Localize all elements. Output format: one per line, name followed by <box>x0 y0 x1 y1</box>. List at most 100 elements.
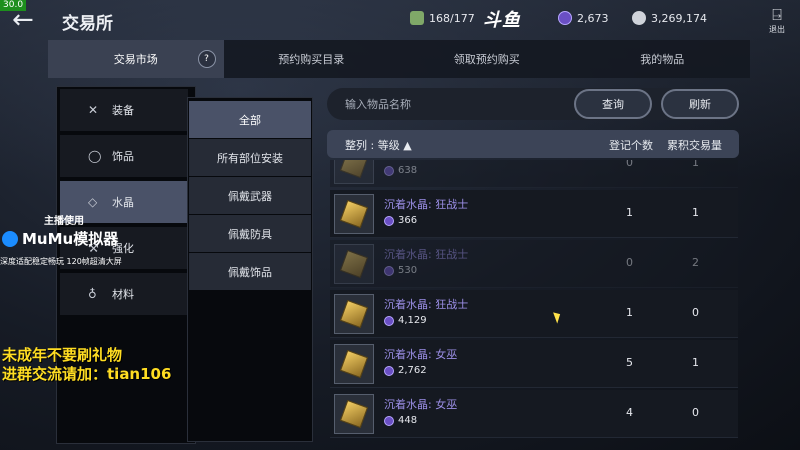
douyu-logo: 斗鱼 <box>483 10 521 31</box>
item-name: 沉着水晶: 女巫 <box>384 348 458 361</box>
item-volume: 1 <box>692 160 699 169</box>
column-count-header: 登记个数 <box>609 139 653 152</box>
item-volume: 2 <box>692 256 699 269</box>
tab-reservation-list-label: 预约购买目录 <box>278 53 345 66</box>
item-price: 530 <box>384 265 417 276</box>
list-header: 整列 : 等级 ▲ 登记个数 累积交易量 <box>327 130 739 158</box>
stamina-icon <box>410 11 424 25</box>
item-price-value: 530 <box>398 265 418 276</box>
purple-coin-icon <box>384 415 394 426</box>
exit-button[interactable]: ⍈ 退出 <box>764 6 790 38</box>
item-count: 4 <box>626 406 633 419</box>
help-icon[interactable]: ? <box>197 50 216 68</box>
tab-market[interactable]: 交易市场 ? <box>48 40 224 78</box>
list-item[interactable]: 638 0 1 <box>330 160 738 188</box>
stream-warning: 未成年不要刷礼物 进群交流请加：tian106 <box>2 346 171 384</box>
search-input[interactable] <box>345 94 565 114</box>
category-accessory[interactable]: ◯ 饰品 <box>60 135 188 177</box>
category-label: 装备 <box>112 104 134 117</box>
crystal-icon <box>339 399 369 429</box>
stamina-display: 168/177 <box>410 9 475 27</box>
purple-coin-icon <box>384 315 394 326</box>
purple-coin-icon <box>384 215 394 226</box>
subcategory-all[interactable]: 全部 <box>189 101 311 138</box>
category-equipment[interactable]: ✕ 装备 <box>60 89 188 131</box>
swords-icon: ✕ <box>88 103 99 117</box>
item-icon <box>334 244 374 284</box>
purple-coin-icon <box>558 11 572 25</box>
item-name: 沉着水晶: 狂战士 <box>384 248 469 261</box>
tab-claim-reservation[interactable]: 领取预约购买 <box>399 40 575 78</box>
item-icon <box>334 194 374 234</box>
purple-coin-icon <box>384 265 394 276</box>
list-item[interactable]: 沉着水晶: 狂战士 4,129 1 0 <box>330 290 738 338</box>
category-label: 水晶 <box>112 196 134 209</box>
back-arrow-icon[interactable]: ← <box>12 6 42 34</box>
streamer-label: 主播使用 <box>44 216 84 227</box>
exit-label: 退出 <box>769 25 785 34</box>
crystal-icon <box>339 299 369 329</box>
item-price: 4,129 <box>384 315 427 326</box>
tab-my-items-label: 我的物品 <box>640 53 685 66</box>
item-icon <box>334 160 374 184</box>
subcategory-panel: 全部 所有部位安装 佩戴武器 佩戴防具 佩戴饰品 <box>187 97 313 442</box>
item-price-value: 448 <box>398 415 418 426</box>
mumu-watermark: MuMu模拟器 <box>2 228 118 249</box>
item-count: 0 <box>626 160 633 169</box>
item-count: 1 <box>626 206 633 219</box>
list-item[interactable]: 沉着水晶: 狂战士 530 0 2 <box>330 240 738 288</box>
item-volume: 1 <box>692 206 699 219</box>
purple-currency-value: 2,673 <box>577 11 609 25</box>
item-count: 1 <box>626 306 633 319</box>
subcategory-all-slots[interactable]: 所有部位安装 <box>189 139 311 176</box>
purple-coin-icon <box>384 365 394 376</box>
tab-bar: 交易市场 ? 预约购买目录 领取预约购买 我的物品 <box>48 40 750 78</box>
purple-coin-icon <box>384 165 394 176</box>
crystal-icon <box>339 349 369 379</box>
stamina-value: 168/177 <box>429 11 475 25</box>
list-item[interactable]: 沉着水晶: 女巫 448 4 0 <box>330 390 738 438</box>
item-price: 638 <box>384 165 417 176</box>
item-price-value: 366 <box>398 215 418 226</box>
tab-reservation-list[interactable]: 预约购买目录 <box>224 40 400 78</box>
tab-my-items[interactable]: 我的物品 <box>575 40 751 78</box>
item-list: 638 0 1 沉着水晶: 狂战士 366 1 1 沉着水晶: 狂战士 530 … <box>330 160 738 445</box>
item-volume: 0 <box>692 306 699 319</box>
item-price: 448 <box>384 415 417 426</box>
mumu-text: MuMu模拟器 <box>22 230 119 248</box>
crystal-icon <box>339 249 369 279</box>
subcategory-weapon[interactable]: 佩戴武器 <box>189 177 311 214</box>
gem-icon: ◇ <box>88 195 98 209</box>
category-label: 材料 <box>112 288 134 301</box>
flask-icon: ♁ <box>88 287 97 301</box>
page-title: 交易所 <box>62 14 113 34</box>
item-count: 5 <box>626 356 633 369</box>
item-count: 0 <box>626 256 633 269</box>
category-label: 饰品 <box>112 150 134 163</box>
list-item[interactable]: 沉着水晶: 狂战士 366 1 1 <box>330 190 738 238</box>
tab-claim-reservation-label: 领取预约购买 <box>453 53 520 66</box>
item-price: 2,762 <box>384 365 427 376</box>
refresh-button[interactable]: 刷新 <box>661 89 739 119</box>
column-volume-header: 累积交易量 <box>667 139 722 152</box>
item-name: 沉着水晶: 女巫 <box>384 398 458 411</box>
crystal-icon <box>339 160 369 179</box>
query-button[interactable]: 查询 <box>574 89 652 119</box>
mumu-tagline: 深度适配稳定畅玩 120帧超清大屏 <box>0 257 122 266</box>
purple-currency: 2,673 <box>558 9 609 27</box>
item-name: 沉着水晶: 狂战士 <box>384 298 469 311</box>
category-material[interactable]: ♁ 材料 <box>60 273 188 315</box>
top-bar: 30.0 ← 交易所 168/177 斗鱼 2,673 3,269,174 ⍈ … <box>0 0 800 40</box>
item-price-value: 2,762 <box>398 365 427 376</box>
subcategory-armor[interactable]: 佩戴防具 <box>189 215 311 252</box>
mumu-logo-icon <box>2 230 18 247</box>
sort-dropdown[interactable]: 整列 : 等级 ▲ <box>345 137 412 153</box>
item-price-value: 4,129 <box>398 315 427 326</box>
subcategory-accessory[interactable]: 佩戴饰品 <box>189 253 311 290</box>
item-price-value: 638 <box>398 165 418 176</box>
silver-coin-icon <box>632 11 646 25</box>
item-volume: 1 <box>692 356 699 369</box>
list-item[interactable]: 沉着水晶: 女巫 2,762 5 1 <box>330 340 738 388</box>
crystal-icon <box>339 199 369 229</box>
warning-line-1: 未成年不要刷礼物 <box>2 346 123 364</box>
